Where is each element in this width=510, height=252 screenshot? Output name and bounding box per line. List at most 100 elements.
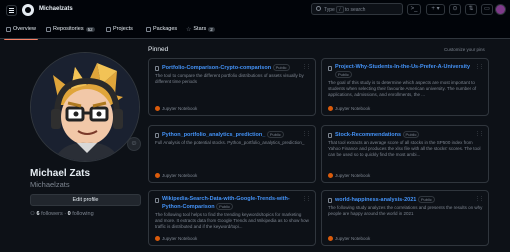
repo-language: Jupyter Notebook — [155, 236, 197, 241]
repo-description: The following tool helps to find the tre… — [155, 212, 309, 229]
repo-language: Jupyter Notebook — [155, 173, 197, 178]
drag-handle-icon[interactable]: ⋮⋮ — [302, 196, 311, 202]
visibility-badge: Public — [402, 131, 420, 138]
people-icon: ⚇ — [30, 211, 35, 217]
visibility-badge: Public — [266, 131, 284, 138]
count-badge: 2 — [208, 26, 215, 32]
repo-description: The following study analyzes the correla… — [328, 205, 483, 216]
drag-handle-icon[interactable]: ⋮⋮ — [475, 64, 484, 70]
smiley-icon[interactable]: ☺ — [127, 137, 141, 151]
followers-label[interactable]: followers — [41, 211, 63, 217]
tab-label: Stars — [193, 26, 207, 32]
repo-language: Jupyter Notebook — [155, 106, 197, 111]
menu-icon[interactable] — [6, 5, 17, 16]
profile-avatar[interactable] — [30, 52, 140, 162]
profile-tabs: Overview Repositories 52 Projects Packag… — [0, 20, 510, 40]
language-label: Jupyter Notebook — [335, 106, 371, 111]
language-label: Jupyter Notebook — [162, 106, 198, 111]
pull-requests-icon[interactable]: ⇅ — [465, 4, 477, 15]
count-badge: 52 — [85, 26, 95, 32]
drag-handle-icon[interactable]: ⋮⋮ — [302, 64, 311, 70]
header-divider — [0, 38, 510, 39]
repo-icon — [328, 198, 332, 203]
language-label: Jupyter Notebook — [162, 173, 198, 178]
tab-packages[interactable]: Packages — [146, 23, 177, 35]
visibility-badge: Public — [335, 71, 352, 78]
tab-label: Projects — [113, 26, 133, 32]
repo-icon — [155, 198, 159, 203]
followers-info: ⚇ 6 followers · 0 following — [30, 211, 94, 217]
visibility-badge: Public — [272, 64, 290, 71]
repo-description: That tool extracts an average score of a… — [328, 140, 481, 157]
repo-icon — [328, 66, 332, 71]
package-icon — [146, 26, 151, 32]
language-color-dot — [155, 106, 160, 111]
header-username[interactable]: Michaelzats — [39, 6, 73, 12]
customize-pins-link[interactable]: Customize your pins — [444, 47, 485, 52]
language-color-dot — [155, 173, 160, 178]
pinned-card: Wikipedia-Search-Data-with-Google-Trends… — [148, 190, 316, 246]
language-label: Jupyter Notebook — [335, 173, 371, 178]
tab-label: Overview — [13, 26, 36, 32]
repo-description: The tool to compare the different portfo… — [155, 73, 304, 84]
pinned-card: Project-Why-Students-In-the-Us-Prefer-A-… — [321, 58, 489, 116]
drag-handle-icon[interactable]: ⋮⋮ — [475, 196, 484, 202]
language-label: Jupyter Notebook — [162, 236, 198, 241]
search-input[interactable]: Type / to search — [311, 3, 403, 15]
repo-link[interactable]: Portfolio-Comparison-Crypto-comparison — [162, 65, 271, 71]
pinned-card: Stock-Recommendations Public ⋮⋮ That too… — [321, 125, 489, 183]
repo-icon — [46, 26, 51, 32]
terminal-icon[interactable]: >_ — [407, 4, 421, 15]
repo-link[interactable]: Project-Why-Students-In-the-Us-Prefer-A-… — [335, 64, 470, 70]
repo-link[interactable]: Python_portfolio_analytics_prediction_ — [162, 132, 265, 138]
user-avatar[interactable] — [495, 4, 506, 15]
visibility-badge: Public — [216, 203, 233, 210]
pinned-card: Python_portfolio_analytics_prediction_ P… — [148, 125, 316, 183]
profile-full-name: Michael Zats — [30, 168, 91, 179]
inbox-icon[interactable]: ▭ — [481, 4, 493, 15]
tab-overview[interactable]: Overview — [4, 23, 38, 40]
repo-description: The goal of this study is to determine w… — [328, 80, 477, 97]
search-suffix: to search — [343, 7, 366, 13]
table-icon — [106, 26, 111, 32]
avatar-illustration — [31, 53, 139, 161]
edit-profile-button[interactable]: Edit profile — [30, 194, 141, 206]
search-shortcut: / — [336, 6, 344, 13]
repo-language: Jupyter Notebook — [328, 173, 370, 178]
repo-link[interactable]: world-happiness-analysis-2021 — [335, 197, 416, 203]
repo-description: Full Analysis of the potential stocks. P… — [155, 140, 305, 145]
repo-language: Jupyter Notebook — [328, 236, 370, 241]
language-color-dot — [328, 236, 333, 241]
repo-link[interactable]: Stock-Recommendations — [335, 132, 401, 138]
search-placeholder: Type / to search — [324, 6, 365, 13]
visibility-badge: Public — [417, 196, 435, 203]
pinned-card: world-happiness-analysis-2021 Public ⋮⋮ … — [321, 190, 489, 246]
language-color-dot — [328, 173, 333, 178]
tab-stars[interactable]: ☆ Stars 2 — [186, 23, 215, 35]
github-logo-icon[interactable] — [22, 4, 34, 16]
repo-language: Jupyter Notebook — [328, 106, 370, 111]
search-prefix: Type — [324, 7, 337, 13]
tab-repositories[interactable]: Repositories 52 — [46, 23, 95, 35]
pinned-card: Portfolio-Comparison-Crypto-comparison P… — [148, 58, 316, 116]
following-label[interactable]: following — [72, 211, 93, 217]
tab-label: Packages — [153, 26, 178, 32]
star-icon: ☆ — [186, 26, 192, 33]
search-icon — [316, 6, 321, 11]
language-color-dot — [155, 236, 160, 241]
top-header: Michaelzats Type / to search >_ + ▾ ⊙ ⇅ … — [0, 0, 510, 40]
tab-projects[interactable]: Projects — [106, 23, 133, 35]
repo-icon — [155, 133, 159, 138]
plus-icon[interactable]: + ▾ — [426, 4, 445, 15]
pinned-title: Pinned — [148, 46, 169, 53]
language-label: Jupyter Notebook — [335, 236, 371, 241]
followers-count[interactable]: 6 — [36, 211, 39, 217]
following-count[interactable]: 0 — [68, 211, 71, 217]
drag-handle-icon[interactable]: ⋮⋮ — [475, 131, 484, 137]
drag-handle-icon[interactable]: ⋮⋮ — [302, 131, 311, 137]
repo-icon — [328, 133, 332, 138]
repo-icon — [155, 66, 159, 71]
tab-label: Repositories — [53, 26, 84, 32]
issues-icon[interactable]: ⊙ — [449, 4, 461, 15]
profile-login: Michaelzats — [30, 180, 70, 189]
